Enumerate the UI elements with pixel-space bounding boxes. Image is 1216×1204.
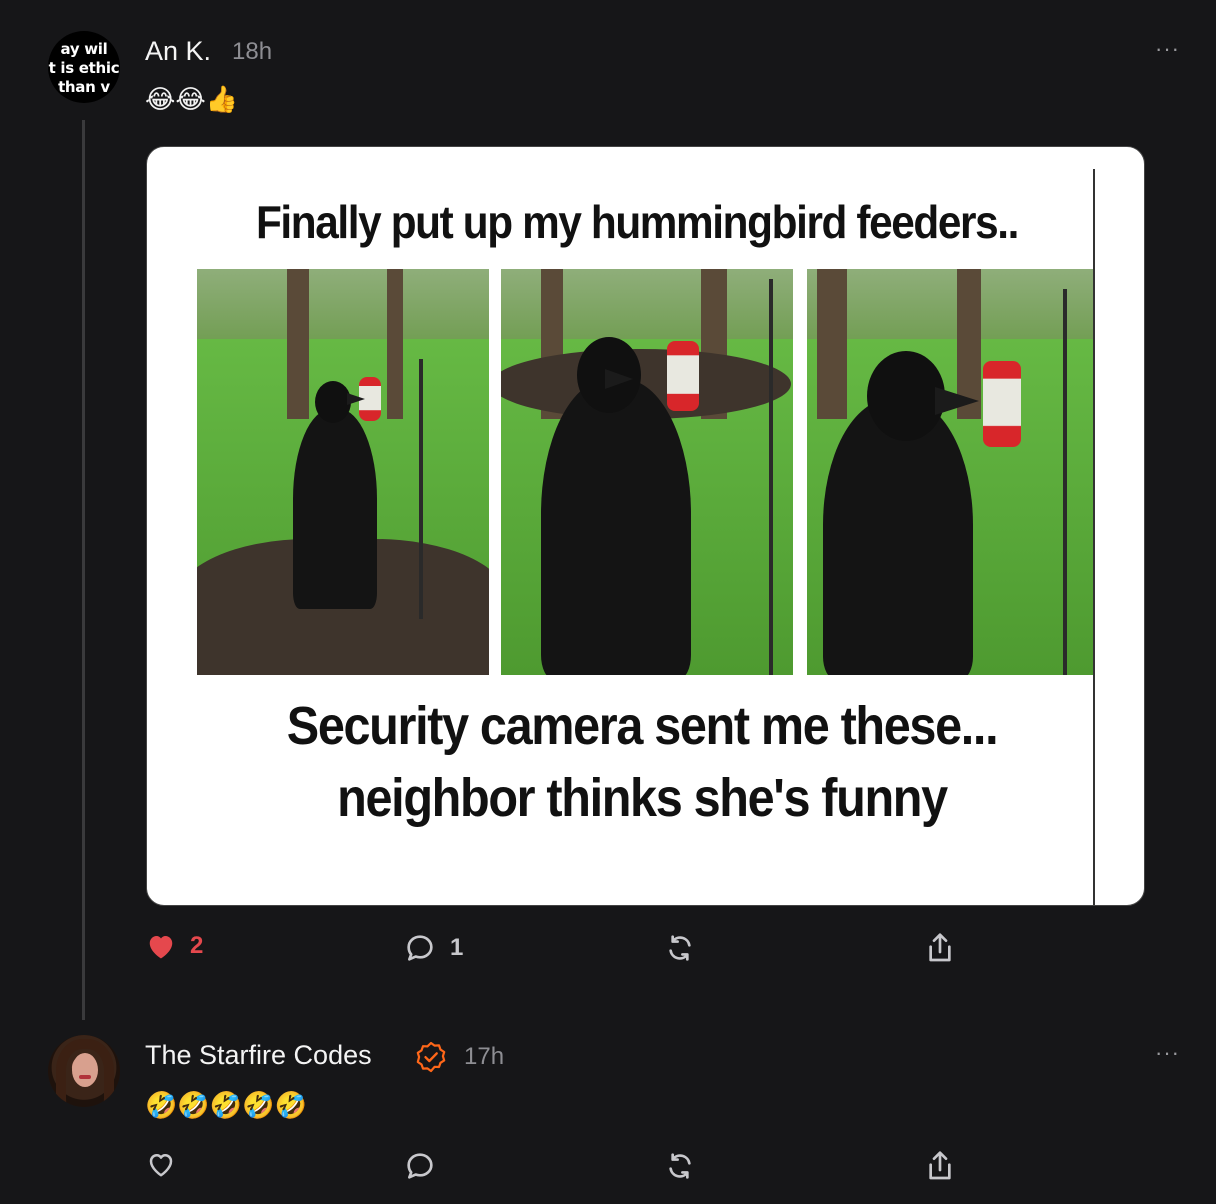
author-name[interactable]: The Starfire Codes — [145, 1040, 372, 1071]
meme-caption-top: Finally put up my hummingbird feeders.. — [255, 196, 1019, 248]
heart-icon — [149, 1154, 173, 1177]
more-options-icon[interactable]: ··· — [1155, 36, 1180, 62]
avatar-starfire-codes[interactable] — [48, 1035, 120, 1107]
share-button[interactable] — [924, 1148, 956, 1184]
image-border-line — [1093, 169, 1095, 905]
note-text: 😂😂👍 — [145, 84, 239, 114]
share-icon — [929, 1151, 951, 1180]
comment-button[interactable]: 1 — [404, 932, 463, 964]
timestamp[interactable]: 18h — [232, 38, 272, 66]
thread-line — [82, 120, 85, 1020]
more-options-icon[interactable]: ··· — [1155, 1040, 1180, 1066]
comment-count: 1 — [450, 934, 464, 961]
restack-button[interactable] — [664, 1150, 696, 1182]
meme-caption-bottom-line2: neighbor thinks she's funny — [337, 768, 948, 828]
comment-button[interactable] — [404, 1150, 436, 1182]
camera-photo-1 — [197, 269, 489, 675]
avatar-text: ay wil t is ethic than v — [48, 40, 120, 96]
note-an-k: ay wil t is ethic than v An K. 18h ··· 😂… — [0, 0, 1216, 1030]
like-button[interactable]: 2 — [146, 932, 203, 960]
attached-image[interactable]: Finally put up my hummingbird feeders.. — [146, 146, 1145, 906]
restack-button[interactable] — [664, 932, 696, 964]
meme-caption-bottom-line1: Security camera sent me these... — [286, 696, 999, 756]
like-button[interactable] — [146, 1150, 176, 1178]
avatar-an-k[interactable]: ay wil t is ethic than v — [48, 31, 120, 103]
heart-icon — [149, 936, 173, 959]
restack-icon — [669, 935, 691, 961]
timestamp[interactable]: 17h — [464, 1043, 504, 1071]
like-count: 2 — [190, 932, 204, 959]
comment-bubble-icon — [407, 1153, 433, 1179]
note-text: 🤣🤣🤣🤣🤣 — [145, 1090, 307, 1120]
verified-badge-icon — [416, 1041, 446, 1073]
restack-icon — [669, 1153, 691, 1179]
share-icon — [929, 933, 951, 962]
comment-bubble-icon — [407, 935, 433, 961]
camera-photo-3 — [807, 269, 1095, 675]
author-name[interactable]: An K. — [145, 36, 211, 67]
share-button[interactable] — [924, 930, 956, 966]
camera-photo-2 — [501, 269, 793, 675]
